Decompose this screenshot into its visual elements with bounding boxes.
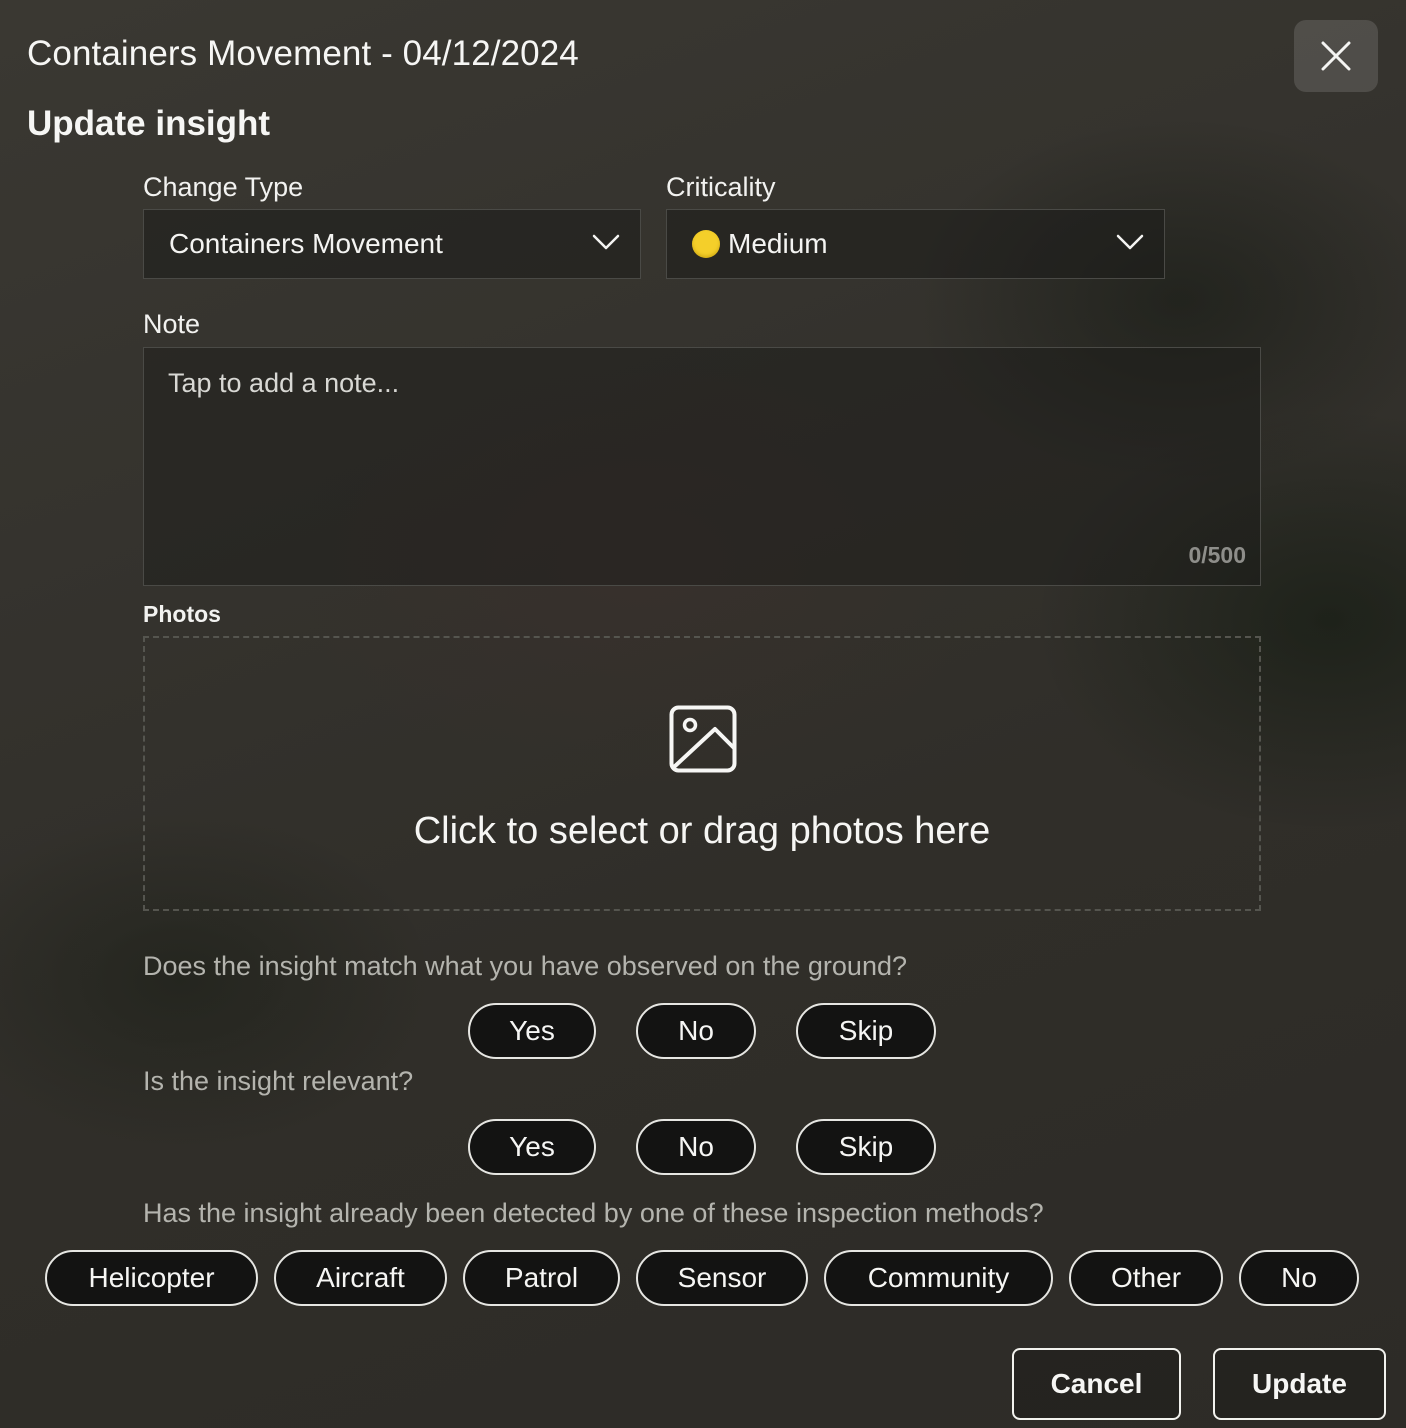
method-sensor-button[interactable]: Sensor [636, 1250, 808, 1306]
close-button[interactable] [1294, 20, 1378, 92]
photos-label: Photos [143, 601, 221, 627]
relevant-skip-button[interactable]: Skip [796, 1119, 936, 1175]
criticality-label: Criticality [666, 172, 776, 202]
close-icon [1321, 41, 1351, 71]
chevron-down-icon [1116, 234, 1144, 250]
medium-criticality-dot [692, 230, 720, 258]
question-detected: Has the insight already been detected by… [143, 1198, 1044, 1228]
cancel-button[interactable]: Cancel [1012, 1348, 1181, 1420]
image-icon [669, 705, 737, 773]
method-helicopter-button[interactable]: Helicopter [45, 1250, 258, 1306]
question-match: Does the insight match what you have obs… [143, 951, 907, 981]
note-label: Note [143, 309, 201, 339]
method-no-button[interactable]: No [1239, 1250, 1359, 1306]
match-no-button[interactable]: No [636, 1003, 756, 1059]
method-community-button[interactable]: Community [824, 1250, 1053, 1306]
form-heading: Update insight [27, 104, 271, 143]
method-other-button[interactable]: Other [1069, 1250, 1223, 1306]
change-type-value: Containers Movement [169, 228, 443, 259]
photo-dropzone[interactable]: Click to select or drag photos here [143, 636, 1261, 911]
update-button[interactable]: Update [1213, 1348, 1386, 1420]
question-relevant: Is the insight relevant? [143, 1066, 414, 1096]
note-placeholder: Tap to add a note... [168, 368, 400, 398]
change-type-select[interactable]: Containers Movement [143, 209, 641, 279]
match-skip-button[interactable]: Skip [796, 1003, 936, 1059]
chevron-down-icon [592, 234, 620, 250]
note-textarea[interactable]: Tap to add a note... 0/500 [143, 347, 1261, 586]
method-aircraft-button[interactable]: Aircraft [274, 1250, 447, 1306]
modal-title: Containers Movement - 04/12/2024 [27, 34, 579, 73]
method-patrol-button[interactable]: Patrol [463, 1250, 620, 1306]
criticality-value: Medium [728, 228, 828, 259]
match-yes-button[interactable]: Yes [468, 1003, 596, 1059]
relevant-yes-button[interactable]: Yes [468, 1119, 596, 1175]
criticality-select[interactable]: Medium [666, 209, 1165, 279]
update-insight-modal: Containers Movement - 04/12/2024 Update … [0, 0, 1406, 1428]
note-character-counter: 0/500 [1188, 542, 1246, 568]
dropzone-hint: Click to select or drag photos here [413, 810, 991, 852]
relevant-no-button[interactable]: No [636, 1119, 756, 1175]
change-type-label: Change Type [143, 172, 304, 202]
